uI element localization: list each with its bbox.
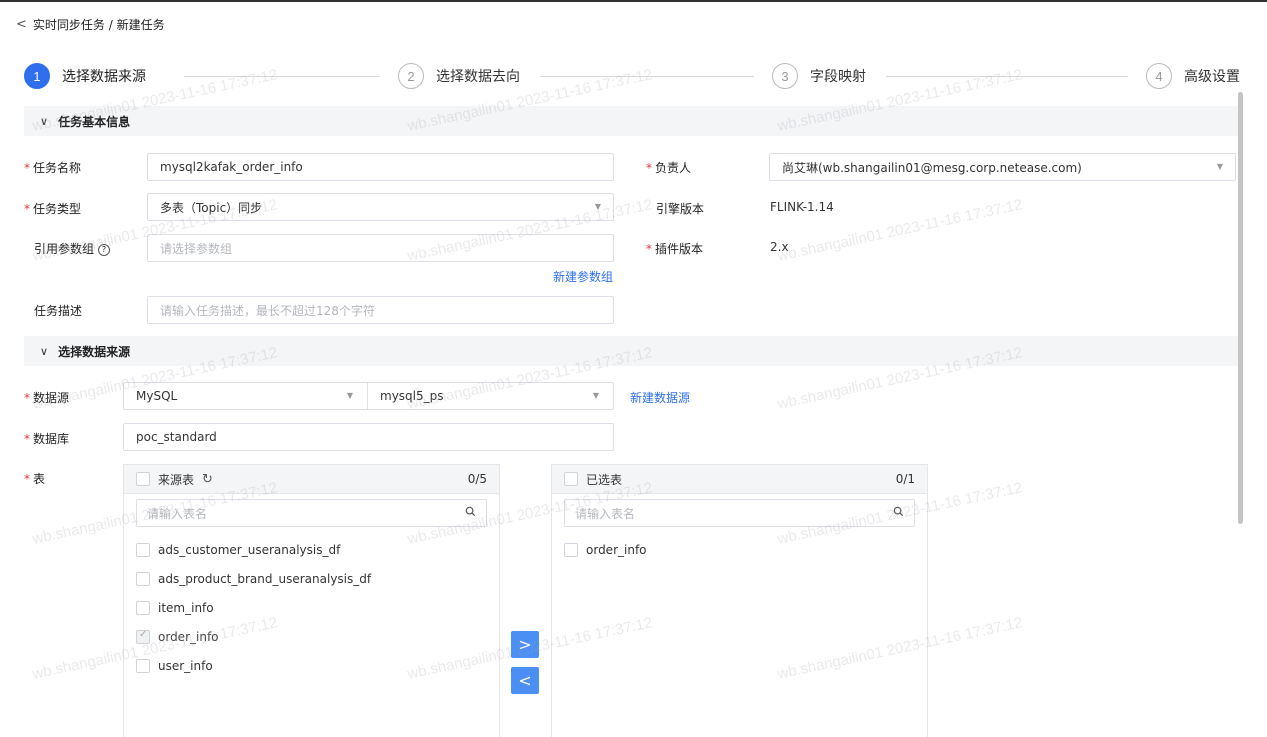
step-1[interactable]: 1 选择数据来源: [24, 63, 146, 89]
refresh-icon[interactable]: ↻: [202, 472, 213, 487]
selected-table-header: 已选表 0/1: [552, 465, 927, 494]
caret-down-icon: ▼: [592, 391, 599, 400]
chevron-down-icon: ∨: [40, 344, 49, 358]
item-checkbox[interactable]: [136, 658, 150, 673]
section-basic-info-title: 任务基本信息: [58, 114, 131, 129]
database-label: * 数据库: [24, 432, 70, 446]
desc-label: 任务描述: [34, 304, 83, 318]
section-source-header[interactable]: ∨ 选择数据来源: [24, 336, 1238, 366]
datasource-type-value: MySQL: [136, 389, 178, 403]
plugin-value: 2.x: [770, 240, 789, 254]
task-type-select[interactable]: 多表（Topic）同步 ▼: [147, 193, 614, 221]
list-item[interactable]: ads_customer_useranalysis_df: [124, 535, 499, 564]
selected-table-list: order_info: [552, 535, 927, 564]
task-name-input[interactable]: mysql2kafak_order_info: [147, 153, 614, 181]
desc-input[interactable]: 请输入任务描述，最长不超过128个字符: [147, 296, 614, 324]
help-icon[interactable]: ?: [98, 243, 111, 256]
datasource-label: * 数据源: [24, 391, 70, 405]
item-checkbox[interactable]: [136, 571, 150, 586]
move-left-button[interactable]: <: [511, 667, 539, 694]
param-group-label: 引用参数组?: [34, 240, 111, 257]
owner-select[interactable]: 尚艾琳(wb.shangailin01@mesg.corp.netease.co…: [769, 153, 1236, 181]
task-type-label: * 任务类型: [24, 202, 82, 216]
item-checkbox[interactable]: [136, 542, 150, 557]
source-table-header: 来源表 ↻ 0/5: [124, 465, 499, 494]
chevron-down-icon: ∨: [40, 114, 49, 128]
datasource-name-select[interactable]: mysql5_ps ▼: [367, 382, 614, 410]
chevron-left-icon[interactable]: <: [16, 17, 27, 32]
owner-label: * 负责人: [646, 161, 692, 175]
breadcrumb-text: 实时同步任务 / 新建任务: [32, 18, 165, 32]
source-table-title: 来源表: [158, 472, 195, 487]
select-all-checkbox[interactable]: [564, 472, 578, 486]
top-border: [0, 0, 1267, 2]
source-table-list: ads_customer_useranalysis_df ads_product…: [124, 535, 499, 680]
section-basic-info-header[interactable]: ∨ 任务基本信息: [24, 106, 1238, 136]
source-table-panel: 来源表 ↻ 0/5 请输入表名 ads_customer_useranalysi…: [123, 464, 500, 737]
select-all-checkbox[interactable]: [136, 472, 150, 486]
database-input[interactable]: poc_standard: [123, 423, 614, 451]
step-4-label: 高级设置: [1184, 69, 1240, 85]
param-group-select[interactable]: 请选择参数组: [147, 234, 614, 262]
list-item[interactable]: user_info: [124, 651, 499, 680]
step-1-number: 1: [24, 63, 50, 89]
search-icon: [893, 506, 904, 517]
step-4-number: 4: [1146, 63, 1172, 89]
step-connector: [886, 76, 1128, 77]
datasource-name-value: mysql5_ps: [380, 389, 444, 403]
step-2-label: 选择数据去向: [436, 69, 520, 85]
step-2[interactable]: 2 选择数据去向: [398, 63, 520, 89]
step-3-number: 3: [772, 63, 798, 89]
step-connector: [184, 76, 380, 77]
task-type-value: 多表（Topic）同步: [160, 200, 263, 215]
caret-down-icon: ▼: [594, 202, 601, 211]
owner-value: 尚艾琳(wb.shangailin01@mesg.corp.netease.co…: [782, 160, 1082, 175]
item-checkbox[interactable]: [136, 629, 150, 644]
step-indicator: 1 选择数据来源 2 选择数据去向 3 字段映射 4 高级设置: [24, 63, 1246, 93]
selected-table-search-input[interactable]: 请输入表名: [564, 499, 915, 527]
step-3[interactable]: 3 字段映射: [772, 63, 866, 89]
selected-table-panel: 已选表 0/1 请输入表名 order_info: [551, 464, 928, 737]
step-3-label: 字段映射: [810, 69, 866, 85]
list-item[interactable]: ads_product_brand_useranalysis_df: [124, 564, 499, 593]
list-item[interactable]: item_info: [124, 593, 499, 622]
selected-table-count: 0/1: [895, 472, 915, 486]
selected-table-title: 已选表: [586, 472, 623, 487]
caret-down-icon: ▼: [1216, 162, 1223, 171]
source-table-search-input[interactable]: 请输入表名: [136, 499, 487, 527]
source-table-count: 0/5: [467, 472, 487, 486]
breadcrumb: < 实时同步任务 / 新建任务: [16, 16, 165, 33]
plugin-label: * 插件版本: [646, 242, 704, 256]
engine-label: 引擎版本: [656, 202, 705, 216]
item-checkbox[interactable]: [136, 600, 150, 615]
step-connector: [540, 76, 754, 77]
engine-value: FLINK-1.14: [770, 200, 834, 214]
datasource-type-select[interactable]: MySQL ▼: [123, 382, 368, 410]
step-1-label: 选择数据来源: [62, 69, 146, 85]
section-source-title: 选择数据来源: [58, 344, 131, 359]
search-icon: [465, 506, 476, 517]
move-right-button[interactable]: >: [511, 631, 539, 658]
list-item[interactable]: order_info: [124, 622, 499, 651]
step-4[interactable]: 4 高级设置: [1146, 63, 1240, 89]
new-param-group-link[interactable]: 新建参数组: [553, 268, 613, 285]
list-item[interactable]: order_info: [552, 535, 927, 564]
caret-down-icon: ▼: [346, 391, 353, 400]
item-checkbox[interactable]: [564, 542, 578, 557]
vertical-scrollbar[interactable]: [1238, 92, 1243, 524]
task-name-label: * 任务名称: [24, 161, 82, 175]
step-2-number: 2: [398, 63, 424, 89]
new-datasource-link[interactable]: 新建数据源: [630, 389, 690, 406]
table-label: * 表: [24, 472, 46, 486]
